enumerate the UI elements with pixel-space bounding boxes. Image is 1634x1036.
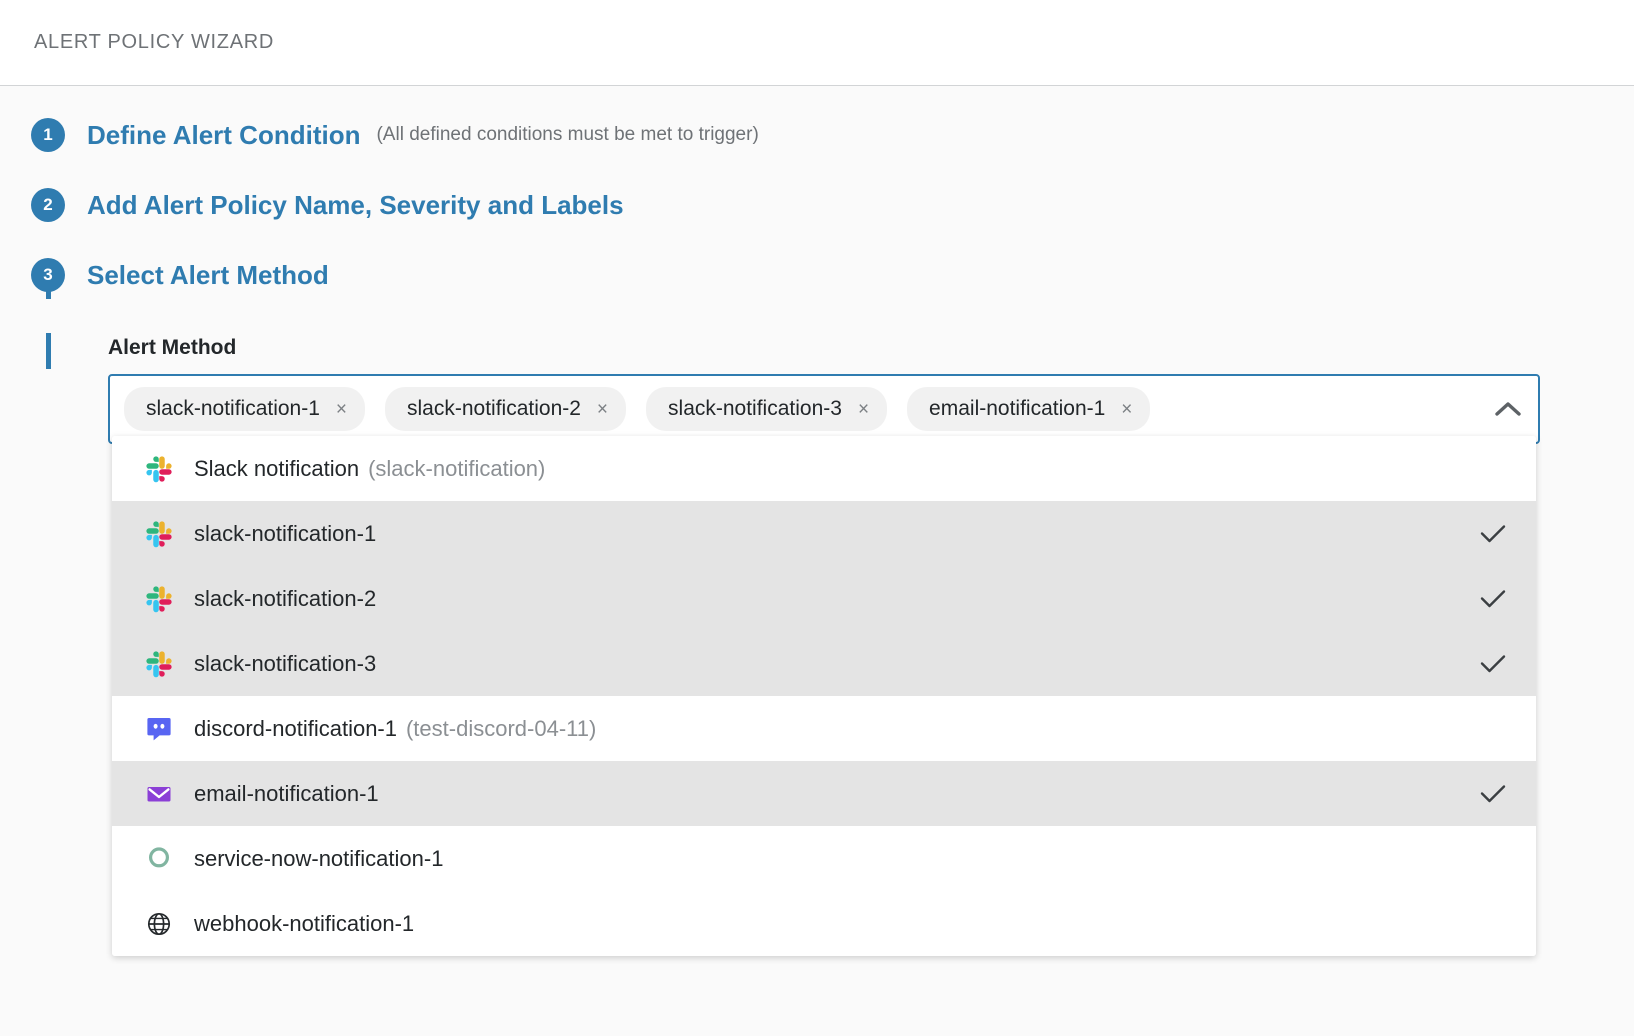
step-number-badge: 3: [31, 258, 65, 292]
dropdown-option[interactable]: Slack notification (slack-notification): [112, 436, 1536, 501]
selected-chip[interactable]: slack-notification-1 ×: [124, 387, 366, 431]
step-note: (All defined conditions must be met to t…: [376, 124, 759, 145]
option-check-icon: [1480, 784, 1506, 804]
wizard-step-define-alert-condition[interactable]: 1 Define Alert Condition (All defined co…: [0, 112, 1634, 158]
chip-label: slack-notification-1: [146, 397, 320, 420]
option-label: Slack notification: [194, 455, 360, 481]
step-label[interactable]: Select Alert Method: [87, 260, 329, 291]
option-label: webhook-notification-1: [194, 910, 415, 936]
dropdown-option[interactable]: slack-notification-1: [112, 501, 1536, 566]
wizard-body: 1 Define Alert Condition (All defined co…: [0, 86, 1634, 1036]
step-label[interactable]: Add Alert Policy Name, Severity and Labe…: [87, 190, 624, 221]
chip-label: email-notification-1: [929, 397, 1106, 420]
dropdown-option[interactable]: discord-notification-1 (test-discord-04-1…: [112, 696, 1536, 761]
dropdown-option[interactable]: webhook-notification-1: [112, 891, 1536, 956]
option-label: discord-notification-1: [194, 715, 397, 741]
option-sublabel: (test-discord-04-11): [405, 715, 597, 741]
step-number-badge: 1: [31, 118, 65, 152]
page-header: ALERT POLICY WIZARD: [0, 0, 1634, 86]
selected-chip[interactable]: slack-notification-2 ×: [385, 387, 627, 431]
chip-remove-icon[interactable]: ×: [597, 400, 608, 419]
alert-method-dropdown[interactable]: Slack notification (slack-notification) sl…: [112, 436, 1536, 956]
alert-method-multiselect[interactable]: slack-notification-1 × slack-notification-…: [108, 374, 1540, 444]
wizard-steps: 1 Define Alert Condition (All defined co…: [0, 112, 1634, 369]
slack-icon: [144, 519, 174, 549]
wizard-step-add-alert-policy-name[interactable]: 2 Add Alert Policy Name, Severity and La…: [0, 182, 1634, 228]
chevron-up-icon[interactable]: [1486, 387, 1530, 431]
alert-method-label: Alert Method: [108, 336, 237, 359]
selected-chip[interactable]: email-notification-1 ×: [907, 387, 1151, 431]
step-connector-2-3: [46, 333, 51, 369]
dropdown-option[interactable]: service-now-notification-1: [112, 826, 1536, 891]
slack-icon: [144, 454, 174, 484]
option-label: slack-notification-1: [194, 520, 377, 546]
slack-icon: [144, 584, 174, 614]
chip-label: slack-notification-2: [407, 397, 581, 420]
alert-method-field: Alert Method slack-notification-1 × slack-…: [108, 336, 1540, 956]
discord-icon: [144, 714, 174, 744]
webhook-icon: [144, 909, 174, 939]
selected-chip[interactable]: slack-notification-3 ×: [646, 387, 888, 431]
option-label: service-now-notification-1: [194, 845, 444, 871]
chip-remove-icon[interactable]: ×: [858, 400, 869, 419]
chip-label: slack-notification-3: [668, 397, 842, 420]
option-label: email-notification-1: [194, 780, 379, 806]
step-number-badge: 2: [31, 188, 65, 222]
chip-remove-icon[interactable]: ×: [1121, 400, 1132, 419]
selected-chips: slack-notification-1 × slack-notification-…: [124, 387, 1486, 431]
slack-icon: [144, 649, 174, 679]
wizard-step-select-alert-method[interactable]: 3 Select Alert Method: [0, 252, 1634, 298]
option-check-icon: [1480, 524, 1506, 544]
option-label: slack-notification-2: [194, 585, 377, 611]
dropdown-option[interactable]: email-notification-1: [112, 761, 1536, 826]
option-check-icon: [1480, 589, 1506, 609]
option-sublabel: (slack-notification): [368, 455, 546, 481]
chip-remove-icon[interactable]: ×: [336, 400, 347, 419]
option-check-icon: [1480, 654, 1506, 674]
service-now-icon: [144, 844, 174, 874]
page-title: ALERT POLICY WIZARD: [34, 31, 275, 53]
step-label[interactable]: Define Alert Condition: [87, 120, 360, 151]
dropdown-option[interactable]: slack-notification-3: [112, 631, 1536, 696]
option-label: slack-notification-3: [194, 650, 377, 676]
email-icon: [144, 779, 174, 809]
dropdown-option[interactable]: slack-notification-2: [112, 566, 1536, 631]
